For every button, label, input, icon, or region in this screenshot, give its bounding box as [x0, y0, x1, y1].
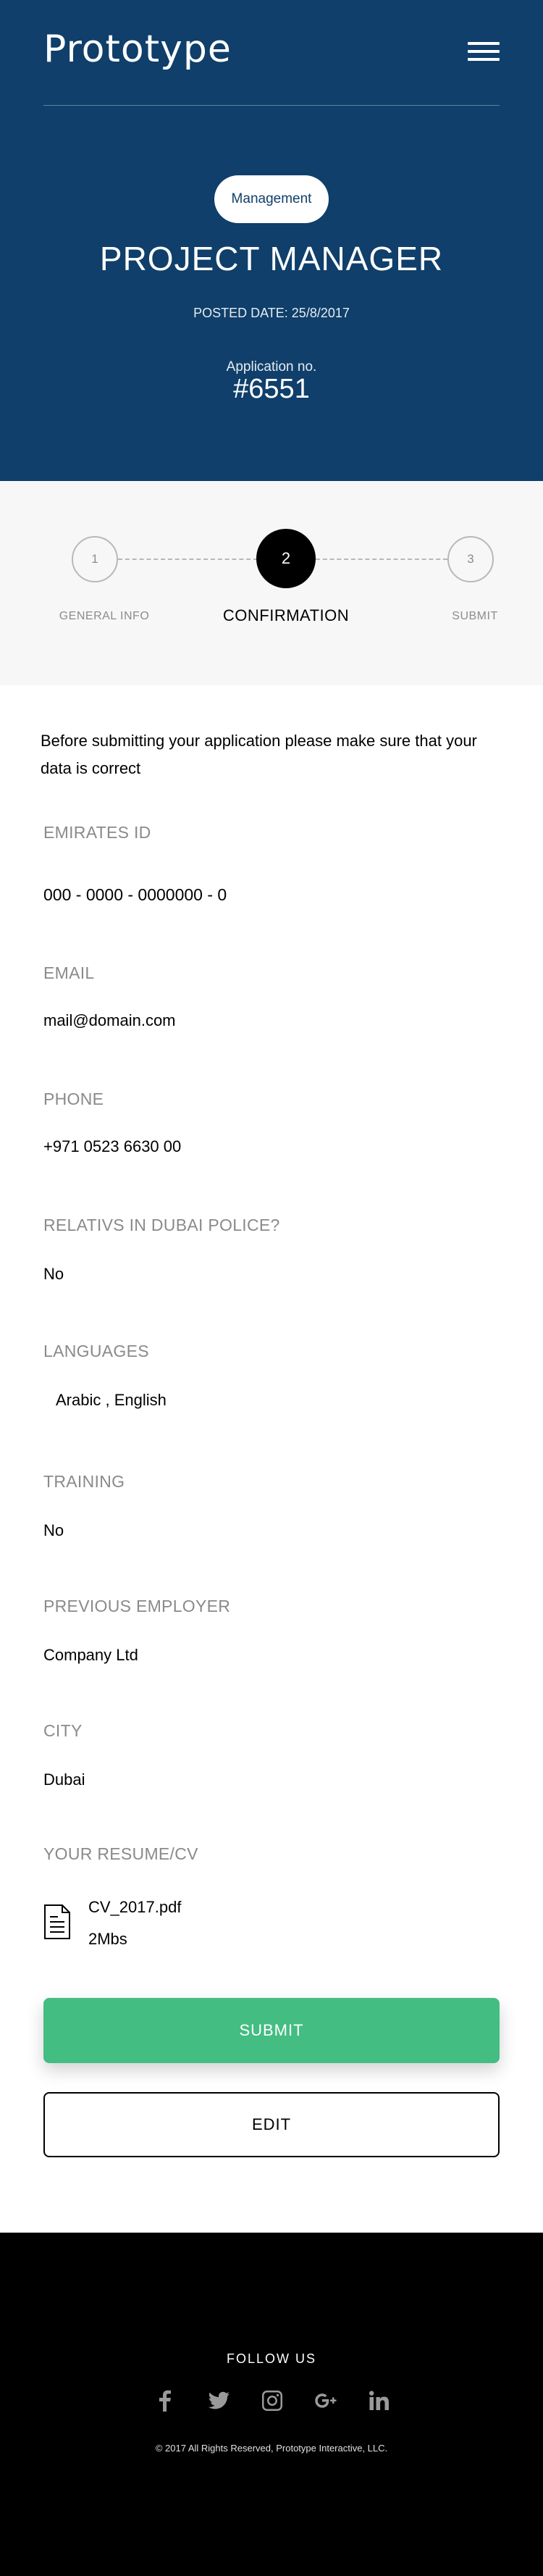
phone-label: PHONE	[43, 1090, 104, 1108]
document-icon[interactable]	[43, 1904, 71, 1940]
training-label: TRAINING	[43, 1472, 125, 1491]
application-number: #6551	[233, 374, 310, 404]
copyright-text: © 2017 All Rights Reserved, Prototype In…	[155, 2443, 388, 2454]
training-value: No	[43, 1521, 64, 1539]
languages-value: Arabic , English	[56, 1391, 167, 1409]
top-navigation: Prototype	[43, 0, 500, 106]
emirates-id-value: 000 - 0000 - 0000000 - 0	[43, 885, 227, 904]
application-number-label: Application no.	[226, 359, 317, 375]
job-title: PROJECT MANAGER	[99, 240, 444, 277]
resume-file-name[interactable]: CV_2017.pdf	[88, 1898, 181, 1917]
resume-file-size: 2Mbs	[88, 1930, 127, 1948]
step-connector	[118, 559, 258, 560]
follow-us-label: FOLLOW US	[226, 2351, 316, 2366]
step-3-label: SUBMIT	[452, 610, 498, 622]
linkedin-icon[interactable]	[367, 2388, 392, 2413]
submit-button[interactable]: SUBMIT	[43, 1998, 500, 2063]
relatives-value: No	[43, 1265, 64, 1283]
application-review: Before submitting your application pleas…	[0, 685, 543, 2233]
step-2-circle[interactable]: 2	[256, 529, 316, 588]
hamburger-menu-icon[interactable]	[468, 42, 500, 61]
page-footer: FOLLOW US © 2017 All Rights Reserved, Pr…	[0, 2233, 543, 2576]
instagram-icon[interactable]	[260, 2388, 285, 2413]
step-1-label: GENERAL INFO	[59, 610, 150, 622]
facebook-icon[interactable]	[153, 2388, 177, 2413]
relatives-label: RELATIVS IN DUBAI POLICE?	[43, 1216, 280, 1234]
resume-label: YOUR RESUME/CV	[43, 1844, 198, 1863]
previous-employer-value: Company Ltd	[43, 1646, 138, 1664]
languages-label: LANGUAGES	[43, 1342, 149, 1360]
email-label: EMAIL	[43, 963, 95, 982]
email-value: mail@domain.com	[43, 1011, 176, 1029]
review-intro: Before submitting your application pleas…	[41, 732, 477, 777]
step-connector	[316, 559, 447, 560]
edit-button[interactable]: EDIT	[43, 2092, 500, 2157]
previous-employer-label: PREVIOUS EMPLOYER	[43, 1597, 231, 1615]
category-tag: Management	[214, 175, 329, 223]
google-plus-icon[interactable]	[313, 2388, 338, 2413]
emirates-id-label: EMIRATES ID	[43, 823, 151, 842]
progress-stepper: 1 2 3 GENERAL INFO CONFIRMATION SUBMIT	[0, 481, 543, 685]
step-1-circle[interactable]: 1	[72, 536, 118, 582]
posted-date: POSTED DATE: 25/8/2017	[193, 306, 350, 320]
city-value: Dubai	[43, 1770, 85, 1789]
brand-logo[interactable]: Prototype	[43, 28, 232, 71]
step-3-circle[interactable]: 3	[447, 536, 494, 582]
city-label: CITY	[43, 1721, 83, 1740]
job-header: Prototype Management PROJECT MANAGER POS…	[0, 0, 543, 481]
phone-value: +971 0523 6630 00	[43, 1137, 182, 1155]
step-2-label: CONFIRMATION	[222, 606, 350, 624]
social-links	[153, 2386, 392, 2415]
twitter-icon[interactable]	[206, 2388, 231, 2413]
